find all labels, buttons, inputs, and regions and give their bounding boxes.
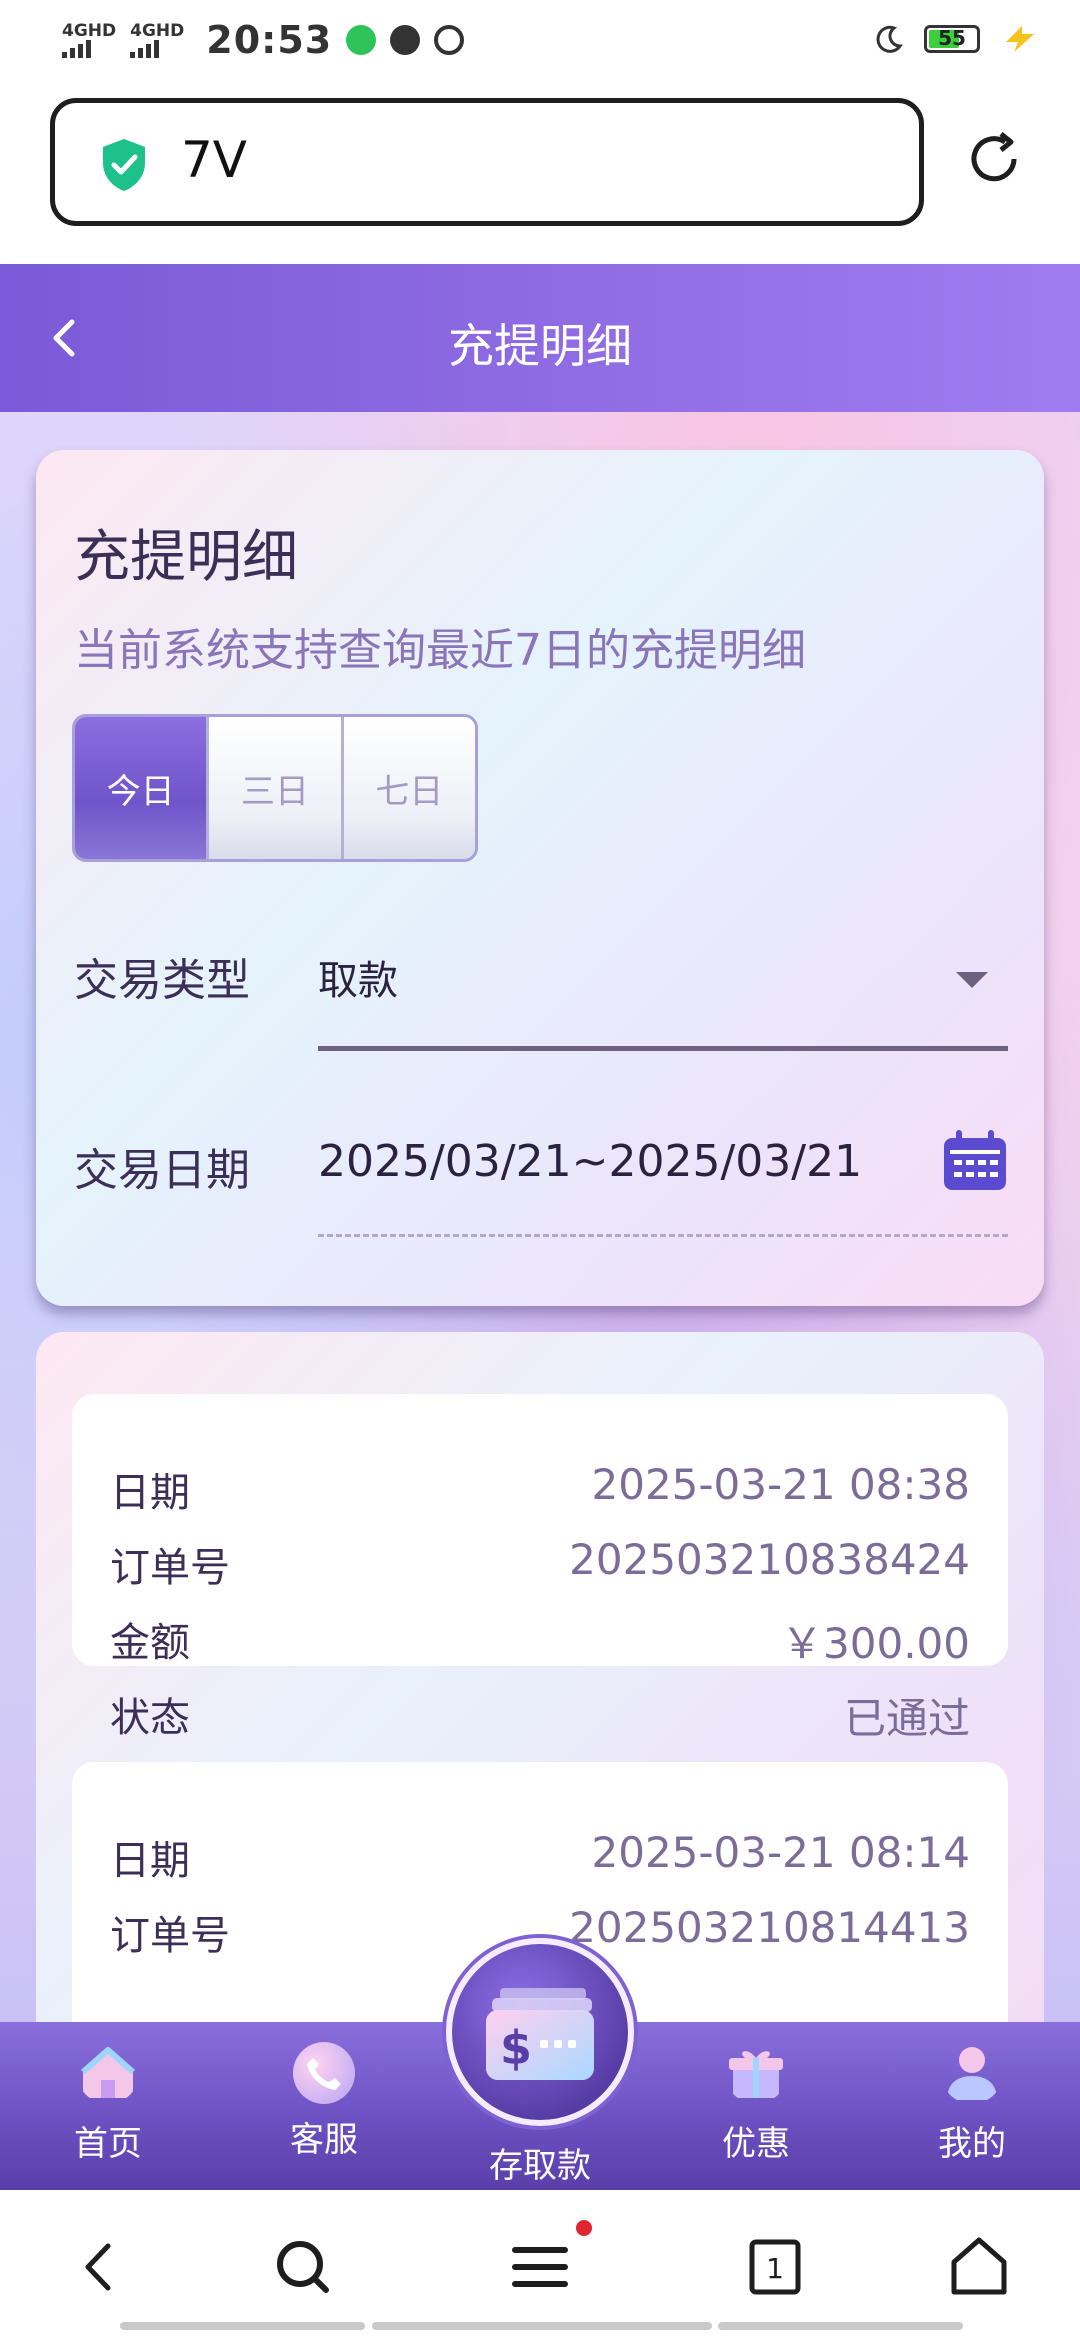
phone-icon	[293, 2042, 355, 2104]
main-content: 充提明细 当前系统支持查询最近7日的充提明细 今日 三日 七日 交易类型 取款 …	[0, 412, 1080, 2022]
transaction-date-value: 2025/03/21~2025/03/21	[318, 1136, 863, 1187]
address-bar[interactable]: 7V	[50, 98, 924, 226]
status-bar: 4GHD 4GHD 20:53 55	[0, 0, 1080, 84]
record-order-value: 202503210838424	[569, 1535, 970, 1584]
home-icon	[81, 2047, 135, 2098]
date-range-segmented-control: 今日 三日 七日	[72, 714, 478, 862]
svg-text:1: 1	[766, 2252, 784, 2285]
url-text: 7V	[181, 131, 248, 189]
record-date-value: 2025-03-21 08:14	[591, 1828, 970, 1877]
calendar-icon[interactable]	[942, 1130, 1008, 1192]
svg-text:$: $	[500, 2021, 532, 2075]
clock: 20:53	[206, 18, 333, 62]
notification-dot	[576, 2220, 592, 2236]
record-amount-value: ￥300.00	[781, 1619, 970, 1668]
tab-service-label: 客服	[290, 2120, 358, 2160]
wallet-cash-icon: $	[486, 1988, 594, 2080]
dropdown-caret-icon	[956, 972, 988, 988]
range-seven-days-button[interactable]: 七日	[343, 717, 475, 859]
records-card: 日期 2025-03-21 08:38 订单号 202503210838424 金额…	[36, 1332, 1044, 2022]
record-order-label: 订单号	[110, 1913, 230, 1959]
deposit-withdraw-label: 存取款	[489, 2146, 591, 2186]
charging-icon	[1006, 26, 1034, 52]
tab-home[interactable]: 首页	[33, 2042, 183, 2165]
gift-icon	[729, 2051, 783, 2098]
record-order-label: 订单号	[110, 1545, 230, 1591]
filter-card: 充提明细 当前系统支持查询最近7日的充提明细 今日 三日 七日 交易类型 取款 …	[36, 450, 1044, 1306]
record-date-label: 日期	[110, 1838, 190, 1884]
tab-service[interactable]: 客服	[249, 2042, 399, 2161]
search-icon[interactable]	[268, 2232, 338, 2302]
app-notification-icon	[346, 25, 377, 55]
gesture-bar-left	[120, 2322, 365, 2330]
moon-icon	[876, 25, 903, 53]
tab-mine[interactable]: 我的	[897, 2042, 1047, 2165]
tabs-icon[interactable]: 1	[740, 2232, 810, 2302]
page-title: 充提明细	[448, 319, 632, 373]
transaction-type-value: 取款	[318, 958, 398, 1004]
record-status-label: 状态	[110, 1695, 190, 1741]
shield-icon	[103, 139, 145, 191]
record-date-label: 日期	[110, 1470, 190, 1516]
tab-home-label: 首页	[74, 2124, 142, 2164]
chat-bubble-icon	[390, 25, 421, 55]
range-today-button[interactable]: 今日	[75, 717, 210, 859]
record-date-value: 2025-03-21 08:38	[591, 1460, 970, 1509]
record-order-value: 202503210814413	[569, 1903, 970, 1952]
user-icon	[947, 2047, 997, 2100]
tab-mine-label: 我的	[938, 2124, 1006, 2164]
range-three-days-button[interactable]: 三日	[209, 717, 344, 859]
reload-icon[interactable]	[965, 130, 1023, 188]
record-item[interactable]: 日期 2025-03-21 08:38 订单号 202503210838424 金额…	[72, 1394, 1008, 1743]
back-icon[interactable]	[66, 2232, 136, 2302]
menu-icon[interactable]	[505, 2232, 575, 2302]
deposit-withdraw-button[interactable]: $	[446, 1938, 634, 2126]
browser-nav-bar: 1	[0, 2190, 1080, 2340]
transaction-type-label: 交易类型	[74, 955, 250, 1006]
gesture-bar-center	[372, 2322, 712, 2330]
signal-1-indicator: 4GHD	[62, 22, 116, 58]
record-status-value: 已通过	[843, 1694, 970, 1743]
filter-title: 充提明细	[74, 525, 298, 590]
battery-indicator: 55	[924, 25, 980, 53]
transaction-date-label: 交易日期	[74, 1145, 250, 1196]
home-page-icon[interactable]	[944, 2232, 1014, 2302]
signal-2-indicator: 4GHD	[130, 22, 184, 58]
record-amount-label: 金额	[110, 1620, 190, 1666]
gesture-bar-right	[718, 2322, 963, 2330]
page-header: 充提明细	[0, 264, 1080, 412]
tab-promo-label: 优惠	[722, 2124, 790, 2164]
filter-subtitle: 当前系统支持查询最近7日的充提明细	[74, 625, 806, 676]
tab-promo[interactable]: 优惠	[681, 2042, 831, 2165]
app-link-icon	[434, 25, 465, 55]
